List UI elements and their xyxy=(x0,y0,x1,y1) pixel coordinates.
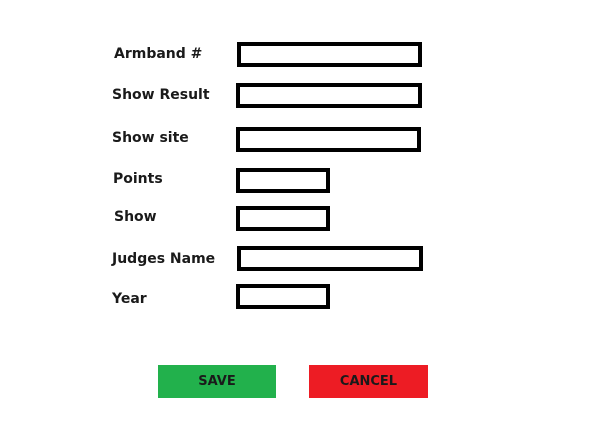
year-input[interactable] xyxy=(236,284,330,309)
show-site-label: Show site xyxy=(112,130,189,146)
armband-input[interactable] xyxy=(237,42,422,67)
year-label: Year xyxy=(112,291,147,307)
show-label: Show xyxy=(114,209,157,225)
show-result-input[interactable] xyxy=(236,83,422,108)
points-label: Points xyxy=(113,171,163,187)
show-site-input[interactable] xyxy=(236,127,421,152)
save-button[interactable]: SAVE xyxy=(158,365,276,398)
cancel-button[interactable]: CANCEL xyxy=(309,365,428,398)
show-input[interactable] xyxy=(236,206,330,231)
judges-name-label: Judges Name xyxy=(112,251,216,267)
judges-name-input[interactable] xyxy=(237,246,423,271)
show-result-label: Show Result xyxy=(112,87,210,103)
points-input[interactable] xyxy=(236,168,330,193)
armband-label: Armband # xyxy=(114,46,203,62)
